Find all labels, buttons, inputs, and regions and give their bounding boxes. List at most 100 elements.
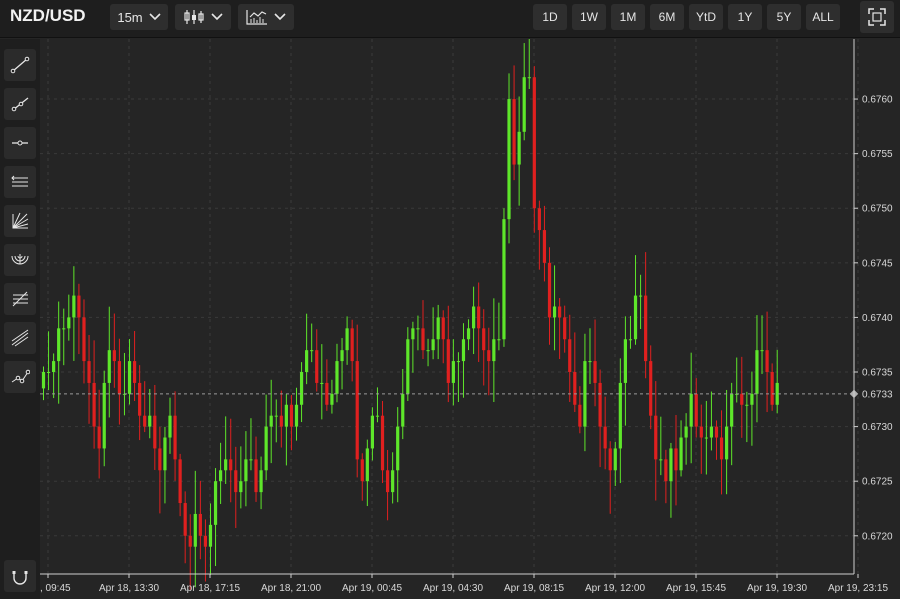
candle-down xyxy=(173,415,177,460)
candle-up xyxy=(396,426,400,471)
interval-dropdown[interactable]: 15m xyxy=(110,4,168,30)
candle-down xyxy=(512,99,516,165)
x-tick-label: , 09:45 xyxy=(40,583,71,594)
ray-tool[interactable] xyxy=(4,88,36,120)
y-tick-label: 0.6725 xyxy=(862,477,893,488)
candle-up xyxy=(492,339,496,362)
candle-down xyxy=(649,361,653,416)
fib-arc-tool[interactable] xyxy=(4,244,36,276)
magnet-tool[interactable] xyxy=(4,560,36,592)
chevron-down-icon xyxy=(274,13,286,21)
candle-down xyxy=(603,426,607,449)
candle-down xyxy=(537,208,541,231)
path-icon xyxy=(11,369,30,384)
ray-icon xyxy=(11,97,29,112)
candle-down xyxy=(441,317,445,340)
candle-up xyxy=(330,393,334,405)
x-tick-label: Apr 18, 13:30 xyxy=(99,583,159,594)
candle-down xyxy=(593,361,597,383)
drawing-tools-sidebar xyxy=(0,39,40,599)
fullscreen-button[interactable] xyxy=(860,1,894,33)
y-tick-label: 0.6755 xyxy=(862,149,893,160)
fib-arc-icon xyxy=(11,254,29,265)
candle-up xyxy=(193,513,197,547)
candle-down xyxy=(446,339,450,383)
candle-down xyxy=(82,317,86,362)
candle-down xyxy=(477,306,481,329)
candle-up xyxy=(750,393,754,405)
candle-down xyxy=(598,382,602,427)
horizontal-line-tool[interactable] xyxy=(4,127,36,159)
candle-down xyxy=(714,426,719,438)
candle-down xyxy=(608,448,612,471)
candle-down xyxy=(674,448,678,471)
candle-up xyxy=(224,459,228,471)
candle-down xyxy=(132,361,137,383)
candle-up xyxy=(527,77,531,79)
candle-up xyxy=(401,393,405,427)
candle-down xyxy=(234,470,238,493)
range-1w-button[interactable]: 1W xyxy=(572,4,606,30)
candle-down xyxy=(153,415,157,449)
candle-up xyxy=(41,372,46,389)
range-5y-button[interactable]: 5Y xyxy=(767,4,801,30)
candle-up xyxy=(679,437,683,471)
pitchfork-tool[interactable] xyxy=(4,322,36,354)
candle-up xyxy=(618,382,622,449)
x-axis: , 09:45 Apr 18, 13:30 Apr 18, 17:15 Apr 18,… xyxy=(40,574,888,594)
magnet-icon xyxy=(12,571,28,585)
candle-down xyxy=(97,426,101,449)
fib-fan-tool[interactable] xyxy=(4,205,36,237)
candle-up xyxy=(497,339,501,341)
candle-down xyxy=(770,372,774,405)
chevron-down-icon xyxy=(211,13,223,21)
path-tool[interactable] xyxy=(4,361,36,393)
chart-style-dropdown[interactable] xyxy=(175,4,231,30)
candle-up xyxy=(340,350,344,362)
candle-up xyxy=(264,426,268,471)
candle-down xyxy=(117,361,121,394)
range-1d-button[interactable]: 1D xyxy=(533,4,567,30)
trend-line-tool[interactable] xyxy=(4,49,36,81)
range-ytd-button[interactable]: YtD xyxy=(689,4,723,30)
candle-up xyxy=(335,361,339,394)
y-tick-label: 0.6730 xyxy=(862,422,893,433)
range-1y-button[interactable]: 1Y xyxy=(728,4,762,30)
price-chart[interactable]: 0.6733 0.67200.67250.67300.67350.67400.6… xyxy=(40,39,900,599)
symbol-title: NZD/USD xyxy=(10,6,86,25)
range-1m-button[interactable]: 1M xyxy=(611,4,645,30)
candle-up xyxy=(127,361,132,394)
candle-down xyxy=(279,415,283,427)
candle-up xyxy=(472,306,476,329)
candle-down xyxy=(315,350,319,383)
candle-down xyxy=(694,393,698,427)
range-6m-button[interactable]: 6M xyxy=(650,4,684,30)
candle-down xyxy=(158,448,162,471)
candle-up xyxy=(725,426,729,460)
candle-down xyxy=(740,393,744,405)
x-tick-label: Apr 18, 21:00 xyxy=(261,583,321,594)
candle-down xyxy=(385,470,390,493)
x-tick-label: Apr 19, 00:45 xyxy=(342,583,402,594)
top-toolbar: NZD/USD 15m 1D 1W 1M 6M YtD 1Y 5Y ALL xyxy=(0,0,900,38)
candle-up xyxy=(456,361,461,363)
candle-down xyxy=(563,317,567,340)
candle-up xyxy=(760,350,764,352)
candle-down xyxy=(482,328,486,351)
candle-down xyxy=(350,328,354,362)
indicators-dropdown[interactable] xyxy=(238,4,294,30)
candle-up xyxy=(244,459,248,482)
candle-down xyxy=(254,459,258,493)
candle-up xyxy=(638,295,643,297)
candle-down xyxy=(644,295,648,362)
candle-up xyxy=(633,295,638,340)
parallel-channel-icon xyxy=(11,175,28,187)
candle-down xyxy=(198,513,202,536)
fib-retracement-tool[interactable] xyxy=(4,283,36,315)
candle-down xyxy=(578,404,582,427)
parallel-channel-tool[interactable] xyxy=(4,166,36,198)
candle-up xyxy=(62,328,66,330)
range-all-button[interactable]: ALL xyxy=(806,4,840,30)
candle-up xyxy=(284,404,288,427)
candle-down xyxy=(143,415,147,427)
